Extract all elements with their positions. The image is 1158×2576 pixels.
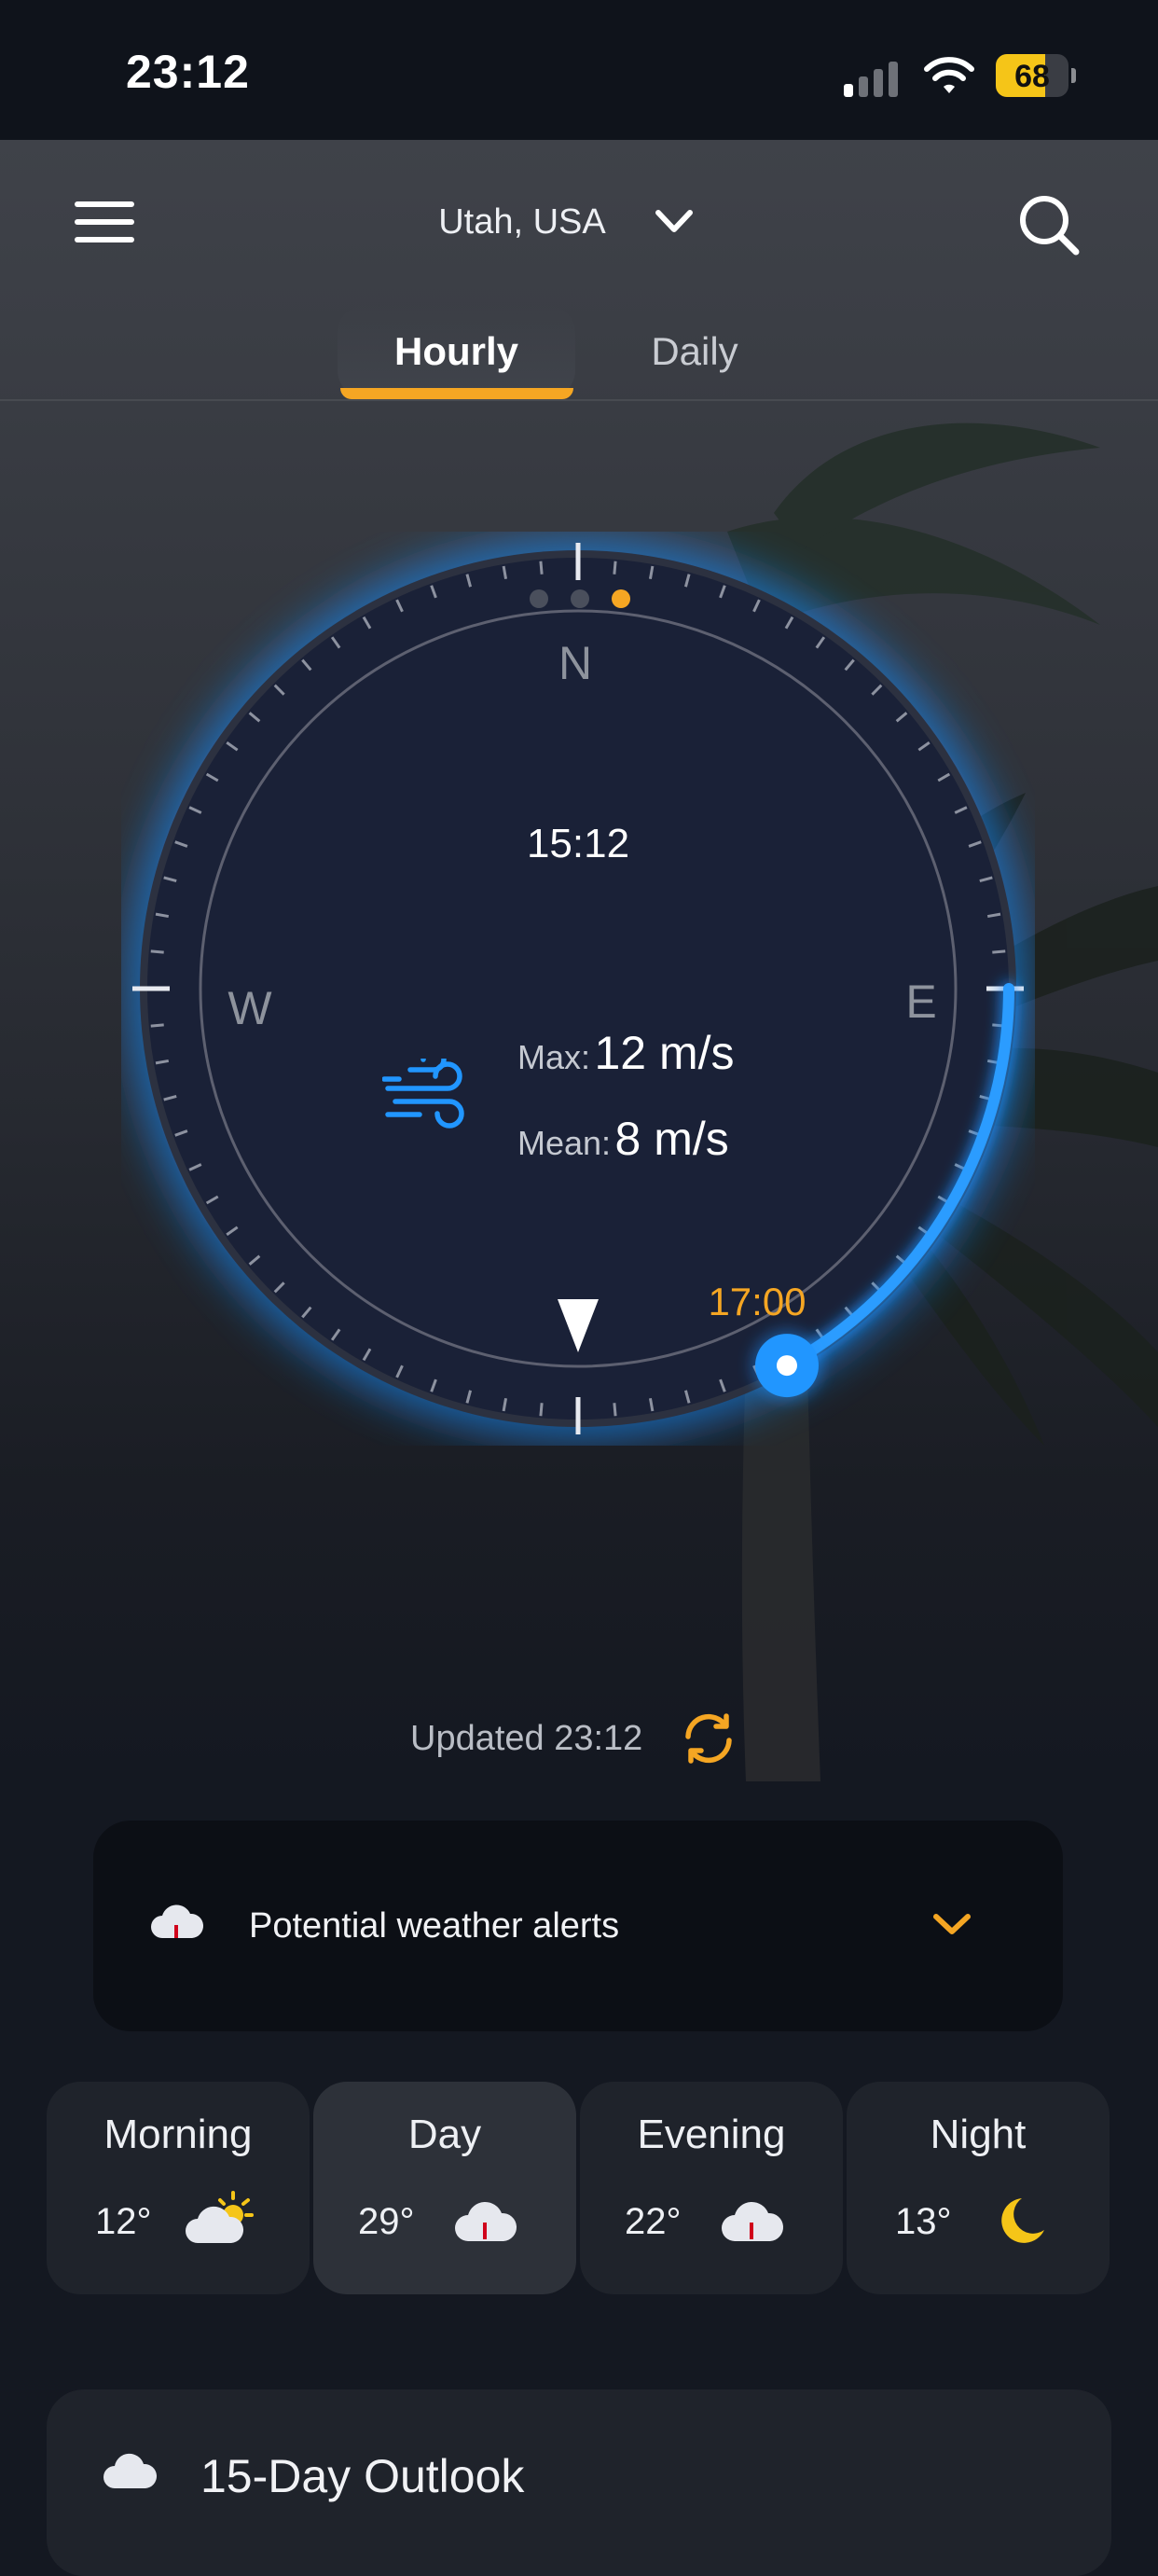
- wifi-icon: [924, 57, 974, 93]
- alerts-label: Potential weather alerts: [249, 1906, 620, 1946]
- page-indicator: [530, 589, 641, 612]
- mean-value: 8 m/s: [614, 1113, 729, 1165]
- daypart-evening[interactable]: Evening 22°: [580, 2082, 843, 2294]
- location-selector[interactable]: Utah, USA: [401, 198, 643, 246]
- active-tab-indicator: [340, 388, 573, 399]
- compass-tick: [150, 949, 164, 954]
- max-label: Max:: [517, 1038, 591, 1076]
- wind-icon: [382, 1059, 464, 1129]
- partly-sunny-icon: [186, 2191, 254, 2243]
- max-wind-row: Max: 12 m/s: [517, 1026, 735, 1086]
- time-marker-handle[interactable]: [751, 1330, 822, 1402]
- menu-icon: [75, 201, 134, 207]
- compass-time: 15:12: [526, 821, 630, 866]
- updated-text: Updated 23:12: [410, 1719, 643, 1758]
- moon-icon: [1001, 2198, 1044, 2243]
- compass-tick: [539, 561, 544, 575]
- chevron-down-icon[interactable]: [929, 1905, 975, 1943]
- compass-tick: [992, 949, 1006, 954]
- max-value: 12 m/s: [594, 1027, 735, 1079]
- daypart-temp: 22°: [625, 2201, 682, 2242]
- marker-time-label: 17:00: [708, 1280, 806, 1323]
- compass-tick: [613, 561, 617, 575]
- daypart-temp: 13°: [895, 2201, 952, 2242]
- cloud-icon: [103, 2453, 158, 2488]
- outlook-label: 15-Day Outlook: [200, 2450, 525, 2502]
- cloud-alert-icon: [151, 1904, 204, 1938]
- tab-hourly[interactable]: Hourly: [338, 305, 575, 398]
- signal-icon: [844, 56, 900, 97]
- compass-tick: [613, 1403, 617, 1417]
- refresh-icon[interactable]: [681, 1712, 737, 1765]
- chevron-down-icon[interactable]: [653, 203, 696, 241]
- daypart-temp: 29°: [358, 2201, 415, 2242]
- compass-tick: [539, 1403, 544, 1417]
- cloud-alert-icon: [455, 2201, 517, 2241]
- search-icon[interactable]: [1016, 192, 1082, 257]
- mean-wind-row: Mean: 8 m/s: [517, 1112, 729, 1171]
- daypart-night[interactable]: Night 13°: [847, 2082, 1110, 2294]
- daypart-day[interactable]: Day 29°: [313, 2082, 576, 2294]
- daypart-name: Night: [930, 2112, 1027, 2157]
- daypart-name: Morning: [103, 2112, 253, 2157]
- status-time: 23:12: [126, 46, 250, 98]
- daypart-morning[interactable]: Morning 12°: [47, 2082, 310, 2294]
- daypart-name: Day: [407, 2112, 482, 2157]
- compass-east-label: E: [905, 976, 937, 1028]
- tab-daily[interactable]: Daily: [606, 305, 783, 398]
- mean-label: Mean:: [517, 1124, 612, 1162]
- cloud-alert-icon: [722, 2201, 784, 2241]
- divider: [0, 399, 1158, 401]
- compass-north-label: N: [558, 637, 593, 689]
- battery-level: 68: [1014, 59, 1050, 94]
- battery-icon: 68: [996, 54, 1076, 97]
- compass-west-label: W: [227, 982, 272, 1034]
- daypart-name: Evening: [637, 2112, 786, 2157]
- menu-button[interactable]: [75, 198, 136, 246]
- compass-tick: [150, 1023, 164, 1028]
- daypart-temp: 12°: [95, 2201, 152, 2242]
